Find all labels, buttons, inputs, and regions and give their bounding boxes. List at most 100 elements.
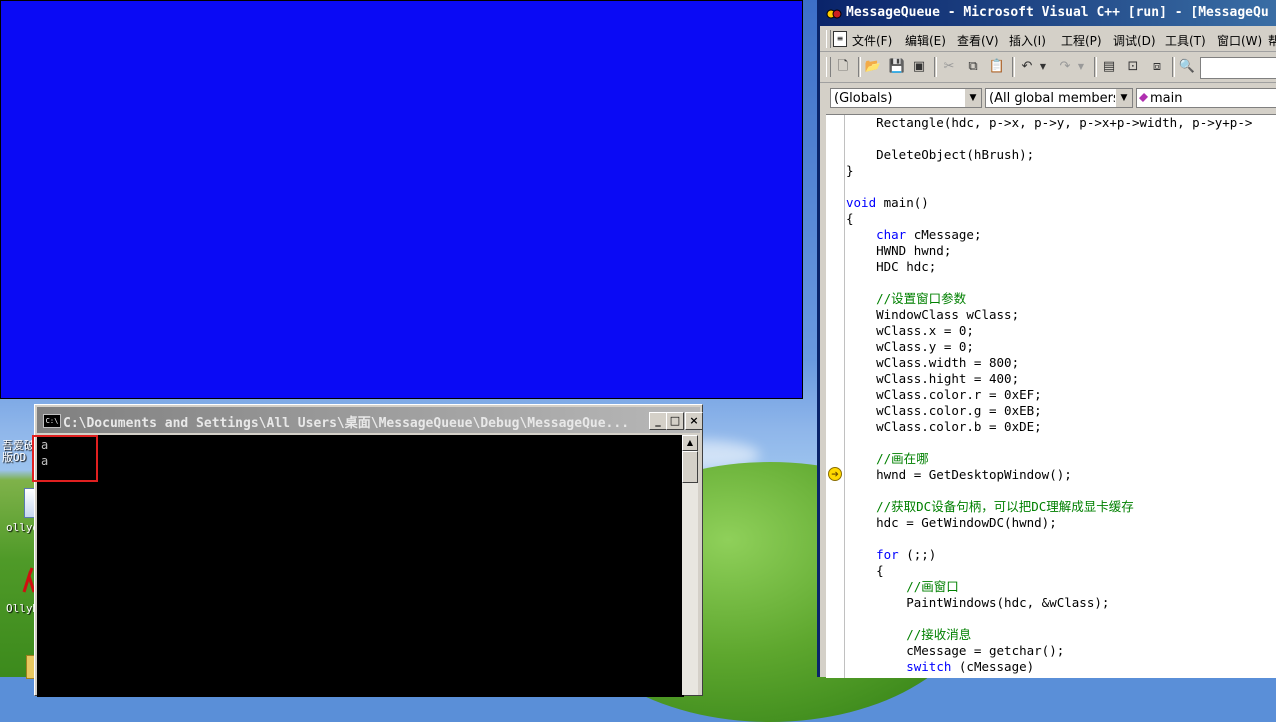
code-keyword: for (876, 547, 899, 562)
scroll-up-icon[interactable]: ▲ (682, 435, 698, 451)
code-line[interactable]: HWND hwnd; (846, 243, 951, 259)
code-line[interactable]: wClass.width = 800; (846, 355, 1019, 371)
highlight-annotation-box (32, 435, 98, 482)
vc-app-icon[interactable] (826, 6, 842, 20)
function-combo[interactable]: main (1136, 88, 1276, 108)
code-token: wClass.y = 0; (846, 339, 974, 354)
menu-tools[interactable]: 工具(T) (1165, 32, 1206, 49)
function-combo-value: main (1150, 91, 1183, 106)
paste-icon[interactable]: 📋 (988, 58, 1006, 76)
code-line[interactable]: //接收消息 (846, 627, 971, 643)
find-in-files-icon[interactable]: 🔍 (1178, 58, 1196, 76)
editor-gutter[interactable]: ➔ (826, 115, 845, 678)
minimize-button[interactable]: _ (649, 412, 667, 430)
code-line[interactable]: DeleteObject(hBrush); (846, 147, 1034, 163)
chevron-down-icon[interactable]: ▼ (964, 89, 981, 107)
vc-menu-bar: ≡ 文件(F) 编辑(E) 查看(V) 插入(I) 工程(P) 调试(D) 工具… (820, 27, 1276, 52)
open-folder-icon[interactable]: 📂 (864, 58, 882, 76)
code-comment: //获取DC设备句柄，可以把DC理解成显卡缓存 (876, 499, 1134, 514)
code-line[interactable]: //获取DC设备句柄，可以把DC理解成显卡缓存 (846, 499, 1134, 515)
code-line[interactable]: PaintWindows(hdc, &wClass); (846, 595, 1109, 611)
cut-icon[interactable]: ✂ (940, 58, 958, 76)
save-icon[interactable]: 💾 (888, 58, 906, 76)
menu-insert[interactable]: 插入(I) (1009, 32, 1046, 49)
code-line[interactable]: wClass.y = 0; (846, 339, 974, 355)
toolbar-grip[interactable] (826, 30, 831, 48)
code-line[interactable]: { (846, 211, 854, 227)
new-file-icon[interactable]: 🗋 (834, 58, 852, 76)
code-comment: //画在哪 (876, 451, 929, 466)
save-all-icon[interactable]: ▣ (910, 58, 928, 76)
console-scrollbar[interactable]: ▲ (682, 435, 698, 695)
scroll-thumb[interactable] (682, 451, 698, 483)
code-editor[interactable]: ➔ Rectangle(hdc, p->x, p->y, p->x+p->wid… (826, 114, 1276, 678)
console-app-icon[interactable]: C:\ (43, 414, 61, 428)
vc-standard-toolbar: 🗋 📂 💾 ▣ ✂ ⧉ 📋 ↶ ▼ ↷ ▼ ▤ ⊡ ⧈ 🔍 (820, 52, 1276, 83)
doc-menu-icon[interactable]: ≡ (833, 31, 847, 47)
close-button[interactable]: × (685, 412, 703, 430)
code-line[interactable]: //画在哪 (846, 451, 929, 467)
console-line: a (41, 438, 49, 452)
code-line[interactable]: switch (cMessage) (846, 659, 1034, 675)
code-line[interactable]: HDC hdc; (846, 259, 936, 275)
console-title-bar[interactable]: C:\ C:\Documents and Settings\All Users\… (37, 407, 703, 433)
code-token: } (846, 163, 854, 178)
code-line[interactable]: hwnd = GetDesktopWindow(); (846, 467, 1072, 483)
maximize-button[interactable]: □ (666, 412, 684, 430)
redo-dropdown-icon[interactable]: ▼ (1072, 58, 1090, 76)
vc-title-bar[interactable]: MessageQueue - Microsoft Visual C++ [run… (820, 0, 1276, 26)
menu-help[interactable]: 帮 (1268, 32, 1276, 49)
visual-cpp-window[interactable]: MessageQueue - Microsoft Visual C++ [run… (817, 0, 1276, 678)
undo-dropdown-icon[interactable]: ▼ (1034, 58, 1052, 76)
console-window[interactable]: C:\ C:\Documents and Settings\All Users\… (34, 404, 703, 697)
code-line[interactable]: { (846, 563, 884, 579)
code-line[interactable]: wClass.hight = 400; (846, 371, 1019, 387)
menu-edit[interactable]: 编辑(E) (905, 32, 946, 49)
code-line[interactable]: cMessage = getchar(); (846, 643, 1064, 659)
menu-project[interactable]: 工程(P) (1061, 32, 1102, 49)
menu-view[interactable]: 查看(V) (957, 32, 999, 49)
code-line[interactable]: char cMessage; (846, 227, 981, 243)
code-line[interactable]: //画窗口 (846, 579, 959, 595)
menu-debug[interactable]: 调试(D) (1113, 32, 1156, 49)
console-title: C:\Documents and Settings\All Users\桌面\M… (63, 416, 630, 431)
code-token: DeleteObject(hBrush); (846, 147, 1035, 162)
scope-combo[interactable]: (Globals) ▼ (830, 88, 982, 108)
members-combo[interactable]: (All global members ▼ (985, 88, 1133, 108)
code-line[interactable]: WindowClass wClass; (846, 307, 1019, 323)
chevron-down-icon[interactable]: ▼ (1115, 89, 1132, 107)
code-line[interactable]: } (846, 163, 854, 179)
code-token: (;;) (898, 547, 937, 562)
code-text-area[interactable]: Rectangle(hdc, p->x, p->y, p->x+p->width… (846, 115, 1276, 678)
code-line[interactable]: for (;;) (846, 547, 936, 563)
code-line[interactable]: wClass.color.g = 0xEB; (846, 403, 1042, 419)
code-comment: //设置窗口参数 (876, 291, 967, 306)
wizard-bar: (Globals) ▼ (All global members ▼ main (820, 84, 1276, 112)
code-token: hdc = GetWindowDC(hwnd); (846, 515, 1057, 530)
output-window-icon[interactable]: ⊡ (1124, 58, 1142, 76)
code-line[interactable]: wClass.color.b = 0xDE; (846, 419, 1042, 435)
code-line[interactable]: hdc = GetWindowDC(hwnd); (846, 515, 1057, 531)
code-line[interactable]: Rectangle(hdc, p->x, p->y, p->x+p->width… (846, 115, 1252, 131)
code-keyword: switch (906, 659, 952, 674)
code-line[interactable]: void main() (846, 195, 929, 211)
window-list-icon[interactable]: ⧈ (1148, 58, 1166, 76)
code-line[interactable]: wClass.x = 0; (846, 323, 974, 339)
code-line[interactable]: //设置窗口参数 (846, 291, 966, 307)
workspace-icon[interactable]: ▤ (1100, 58, 1118, 76)
find-combo-input[interactable] (1200, 57, 1276, 79)
menu-window[interactable]: 窗口(W) (1217, 32, 1262, 49)
menu-file[interactable]: 文件(F) (852, 32, 892, 49)
console-output[interactable]: a a (37, 435, 684, 697)
copy-icon[interactable]: ⧉ (964, 58, 982, 76)
code-comment: //画窗口 (906, 579, 959, 594)
code-token: main() (876, 195, 929, 210)
vc-title: MessageQueue - Microsoft Visual C++ [run… (846, 5, 1269, 20)
code-token: cMessage; (906, 227, 982, 242)
code-line[interactable]: wClass.color.r = 0xEF; (846, 387, 1042, 403)
